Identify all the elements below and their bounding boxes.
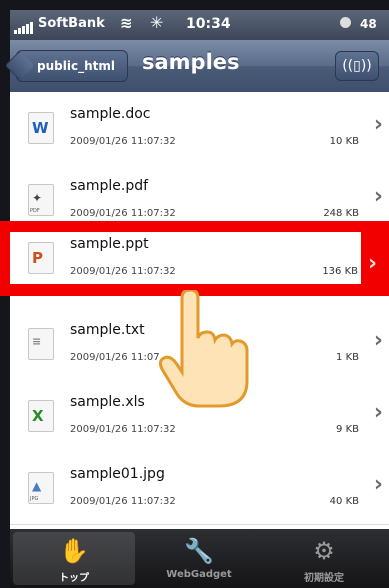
file-size: 136 KB — [322, 266, 358, 277]
tab-top[interactable]: ✋ トップ — [13, 532, 135, 585]
file-date: 2009/01/26 11:07:32 — [70, 424, 176, 435]
tab-webgadget[interactable]: 🔧 WebGadget — [138, 532, 260, 585]
tab-label: トップ — [59, 573, 89, 584]
battery-level: 48 — [360, 17, 377, 31]
file-row[interactable]: ▲ JPG sample01.jpg 2009/01/26 11:07:32 40… — [10, 452, 389, 525]
file-size: 40 KB — [329, 496, 359, 507]
chevron-right-icon: › — [373, 472, 383, 497]
chevron-right-icon: › — [373, 400, 383, 425]
tab-label: 初期設定 — [304, 573, 344, 584]
status-bar: SoftBank ≋ ✳ 10:34 48 — [10, 10, 389, 40]
back-button-label: public_html — [37, 59, 115, 73]
chevron-right-icon: › — [373, 112, 383, 137]
navigation-bar: public_html samples ((▯)) — [10, 40, 389, 93]
file-name: sample.doc — [70, 106, 151, 122]
text-file-icon: ≡ — [28, 328, 54, 360]
tab-settings[interactable]: ⚙ 初期設定 — [263, 532, 385, 585]
file-date: 2009/01/26 11:07:32 — [70, 266, 176, 277]
chevron-right-icon: › — [373, 184, 383, 209]
chevron-right-icon: › — [368, 251, 378, 276]
file-size: 248 KB — [323, 208, 359, 219]
status-time: 10:34 — [186, 16, 231, 32]
word-doc-icon: W — [28, 112, 54, 144]
pointing-hand-icon — [158, 290, 249, 408]
file-size: 9 KB — [336, 424, 359, 435]
tab-bar: ✋ トップ 🔧 WebGadget ⚙ 初期設定 — [10, 529, 389, 588]
wifi-icon: ≋ — [120, 14, 133, 32]
file-date: 2009/01/26 11:07:32 — [70, 496, 176, 507]
file-date: 2009/01/26 11:07:32 — [70, 136, 176, 147]
file-date: 2009/01/26 11:07:32 — [70, 208, 176, 219]
file-name: sample.ppt — [70, 236, 149, 252]
speaker-icon: ((▯)) — [342, 58, 372, 74]
carrier-name: SoftBank — [38, 16, 105, 31]
speaker-button[interactable]: ((▯)) — [335, 51, 379, 81]
chevron-right-icon: › — [373, 328, 383, 353]
page-title: samples — [142, 50, 240, 74]
signal-icon — [14, 18, 34, 34]
activity-spinner-icon: ✳ — [150, 13, 164, 32]
top-icon: ✋ — [59, 537, 89, 565]
file-name: sample.xls — [70, 394, 145, 410]
file-size: 1 KB — [336, 352, 359, 363]
selected-row-content: P sample.ppt 2009/01/26 11:07:32 136 KB — [10, 222, 361, 294]
file-name: sample.txt — [70, 322, 145, 338]
back-button[interactable]: public_html — [16, 50, 128, 82]
jpg-image-icon: ▲ JPG — [28, 472, 54, 504]
file-row[interactable]: W sample.doc 2009/01/26 11:07:32 10 KB › — [10, 92, 389, 165]
clock-icon — [340, 17, 351, 28]
wrench-icon: 🔧 — [184, 537, 214, 565]
file-date: 2009/01/26 11:07 — [70, 352, 160, 363]
highlight-box: P sample.ppt 2009/01/26 11:07:32 136 KB … — [0, 221, 389, 296]
powerpoint-icon: P — [28, 242, 54, 274]
file-row-selected[interactable]: P sample.ppt 2009/01/26 11:07:32 136 KB — [10, 232, 361, 284]
tab-label: WebGadget — [166, 569, 232, 580]
file-name: sample01.jpg — [70, 466, 165, 482]
file-name: sample.pdf — [70, 178, 149, 194]
screen: SoftBank ≋ ✳ 10:34 48 public_html sample… — [0, 0, 389, 588]
pdf-icon: ✦ PDF — [28, 184, 54, 216]
file-size: 10 KB — [329, 136, 359, 147]
gear-icon: ⚙ — [313, 537, 335, 565]
excel-icon: X — [28, 400, 54, 432]
